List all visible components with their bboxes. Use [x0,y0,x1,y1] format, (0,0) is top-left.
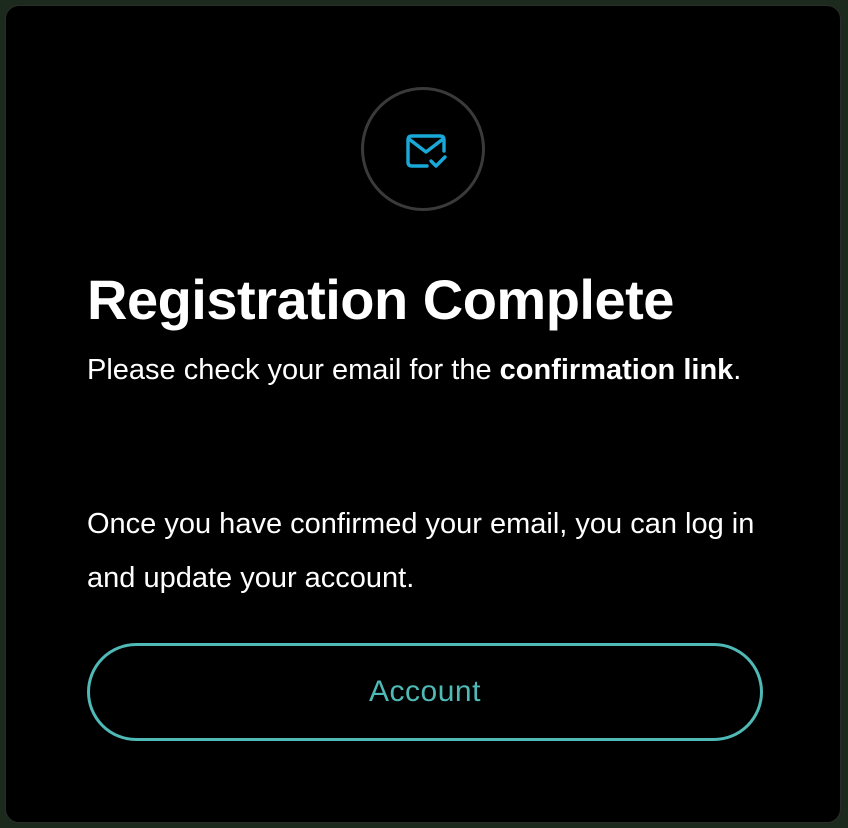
confirmation-message: Please check your email for the confirma… [87,343,767,397]
message-period: . [733,354,742,386]
mail-check-icon [406,134,447,168]
page-title: Registration Complete [87,268,674,331]
registration-complete-card: Registration Complete Please check your … [5,5,841,823]
confirmation-link-text: confirmation link [499,354,734,386]
icon-circle [361,87,485,211]
login-instructions: Once you have confirmed your email, you … [87,508,755,594]
message-text: Please check your email for the [87,354,500,386]
account-button[interactable]: Account [87,643,763,741]
